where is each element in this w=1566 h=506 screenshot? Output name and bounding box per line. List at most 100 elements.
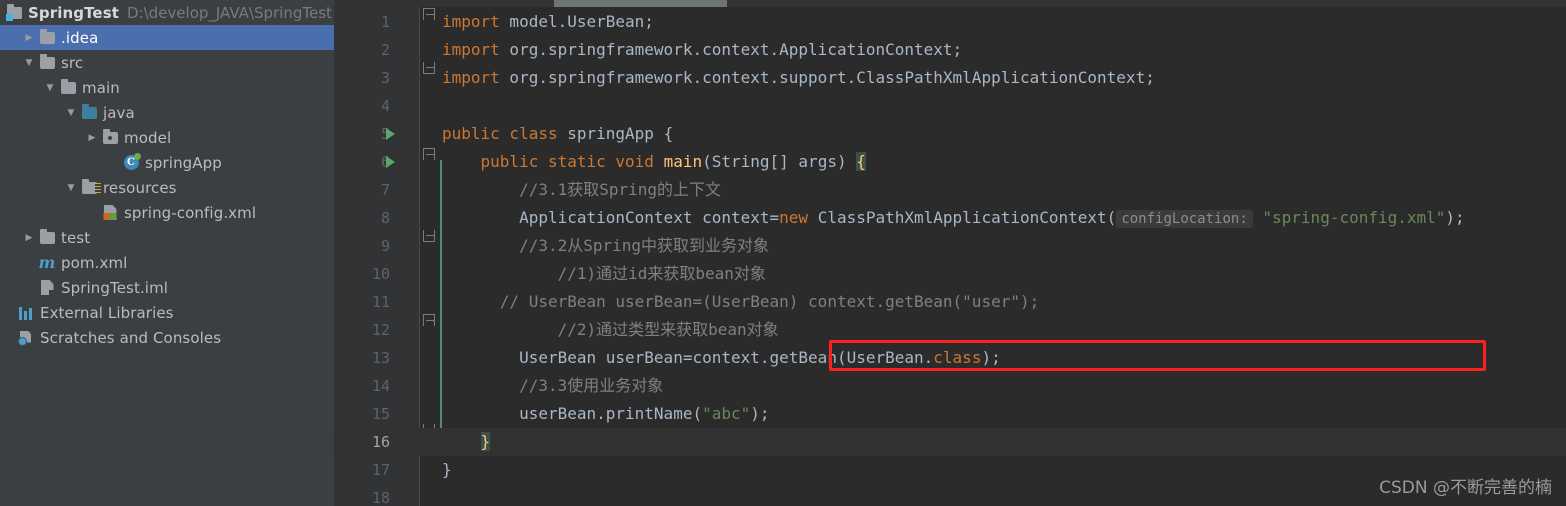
watermark: CSDN @不断完善的楠: [1379, 478, 1552, 498]
code-line[interactable]: // UserBean userBean=(UserBean) context.…: [334, 288, 1566, 316]
chevron-right-icon[interactable]: [21, 233, 37, 243]
tree-item-resources[interactable]: resources: [0, 175, 334, 200]
tree-item-label: java: [103, 103, 135, 122]
tree-item-model[interactable]: model: [0, 125, 334, 150]
tree-item-label: External Libraries: [40, 303, 174, 322]
tree-item-springtest-iml[interactable]: SpringTest.iml: [0, 275, 334, 300]
tree-item-src[interactable]: src: [0, 50, 334, 75]
token-kw: class: [933, 348, 982, 367]
code-line[interactable]: //2)通过类型来获取bean对象: [334, 316, 1566, 344]
code-line[interactable]: UserBean userBean=context.getBean(UserBe…: [334, 344, 1566, 372]
tree-item-label: src: [61, 53, 84, 72]
chevron-down-icon[interactable]: [63, 183, 79, 193]
code-line[interactable]: public class springApp {: [334, 120, 1566, 148]
folder-icon: [58, 78, 78, 94]
horizontal-scrollbar-track[interactable]: [334, 0, 1566, 7]
run-gutter-icon[interactable]: [386, 156, 395, 168]
code-line[interactable]: //3.2从Spring中获取到业务对象: [334, 232, 1566, 260]
tree-item-external-libraries[interactable]: External Libraries: [0, 300, 334, 325]
chevron-down-icon[interactable]: [42, 83, 58, 93]
token-kw: import: [442, 68, 500, 87]
folder-icon: [37, 28, 57, 44]
tree-item-java[interactable]: java: [0, 100, 334, 125]
chevron-right-icon[interactable]: [84, 133, 100, 143]
tree-item-label: .idea: [61, 28, 99, 47]
tree-item-pom-xml[interactable]: m pom.xml: [0, 250, 334, 275]
token-mth: main: [663, 152, 703, 171]
chevron-down-icon[interactable]: [21, 58, 37, 68]
code-line[interactable]: }: [334, 428, 1566, 456]
code-line-text: }: [442, 428, 491, 456]
package-icon: [100, 128, 120, 144]
tree-item-scratches-and-consoles[interactable]: Scratches and Consoles: [0, 325, 334, 350]
code-line-text: //3.1获取Spring的上下文: [442, 176, 721, 204]
token-plain: UserBean userBean=context.getBean(UserBe…: [442, 348, 934, 367]
tree-item-main[interactable]: main: [0, 75, 334, 100]
token-kw: new: [779, 208, 818, 227]
spring-xml-icon: [100, 205, 120, 220]
code-line[interactable]: public static void main(String[] args) {: [334, 148, 1566, 176]
token-plain: org.springframework.context.support.Clas…: [499, 68, 1155, 87]
code-line-text: //3.3使用业务对象: [442, 372, 663, 400]
horizontal-scrollbar-thumb[interactable]: [554, 0, 727, 7]
code-line[interactable]: //1)通过id来获取bean对象: [334, 260, 1566, 288]
folder-icon: [37, 53, 57, 69]
code-line-text: //2)通过类型来获取bean对象: [442, 316, 779, 344]
tree-item-spring-config-xml[interactable]: spring-config.xml: [0, 200, 334, 225]
code-line-text: import org.springframework.context.Appli…: [442, 36, 962, 64]
code-line-text: import org.springframework.context.suppo…: [442, 64, 1155, 92]
tree-item-label: resources: [103, 178, 177, 197]
resources-folder-icon: [79, 178, 101, 194]
project-path: D:\develop_JAVA\SpringTest: [127, 3, 332, 22]
token-cmt: //2)通过类型来获取bean对象: [442, 320, 779, 339]
java-class-icon: C: [121, 153, 141, 170]
tree-item-label: SpringTest.iml: [61, 278, 169, 297]
chevron-down-icon[interactable]: [63, 108, 79, 118]
tree-item-idea[interactable]: .idea: [0, 25, 334, 50]
external-libraries-icon: [16, 306, 36, 320]
tree-item-label: pom.xml: [61, 253, 128, 272]
chevron-right-icon[interactable]: [21, 33, 37, 43]
source-folder-icon: [79, 103, 99, 119]
project-tree-panel[interactable]: SpringTest D:\develop_JAVA\SpringTest .i…: [0, 0, 334, 506]
tree-item-label: main: [82, 78, 120, 97]
project-folder-icon: [4, 3, 24, 21]
code-line-text: userBean.printName("abc");: [442, 400, 770, 428]
token-hint: configLocation:: [1116, 210, 1253, 228]
iml-file-icon: [37, 280, 57, 295]
token-plain: userBean.printName(: [442, 404, 703, 423]
code-line[interactable]: //3.1获取Spring的上下文: [334, 176, 1566, 204]
code-line[interactable]: //3.3使用业务对象: [334, 372, 1566, 400]
code-line[interactable]: ApplicationContext context=new ClassPath…: [334, 204, 1566, 232]
code-line[interactable]: userBean.printName("abc");: [334, 400, 1566, 428]
token-plain: model.UserBean;: [499, 12, 654, 31]
code-line[interactable]: import org.springframework.context.suppo…: [334, 64, 1566, 92]
run-gutter-icon[interactable]: [386, 128, 395, 140]
code-line[interactable]: import org.springframework.context.Appli…: [334, 36, 1566, 64]
tree-item-springapp[interactable]: CspringApp: [0, 150, 334, 175]
tree-item-test[interactable]: test: [0, 225, 334, 250]
tree-item-label: Scratches and Consoles: [40, 328, 222, 347]
token-plain: ApplicationContext context=: [442, 208, 780, 227]
token-cmt: //3.2从Spring中获取到业务对象: [442, 236, 770, 255]
maven-icon: m: [38, 252, 56, 272]
idea-window: SpringTest D:\develop_JAVA\SpringTest .i…: [0, 0, 1566, 506]
code-line-text: UserBean userBean=context.getBean(UserBe…: [442, 344, 1001, 372]
code-line[interactable]: [334, 92, 1566, 120]
token-kw: public class: [442, 124, 568, 143]
code-line-text: import model.UserBean;: [442, 8, 654, 36]
token-cmt: //3.3使用业务对象: [442, 376, 664, 395]
code-line[interactable]: import model.UserBean;: [334, 8, 1566, 36]
code-line-text: //1)通过id来获取bean对象: [442, 260, 766, 288]
token-cmt: //3.1获取Spring的上下文: [442, 180, 722, 199]
project-root-row[interactable]: SpringTest D:\develop_JAVA\SpringTest: [0, 0, 334, 25]
token-plain: );: [981, 348, 1001, 367]
code-line-text: }: [442, 456, 452, 484]
token-plain: );: [750, 404, 770, 423]
project-tree-items[interactable]: .idea src main java model CspringApp resources…: [0, 25, 334, 350]
code-line-text: //3.2从Spring中获取到业务对象: [442, 232, 769, 260]
code-editor[interactable]: 1 import model.UserBean; 2 import org.sprin…: [334, 0, 1566, 506]
token-plain: (String[] args): [702, 152, 857, 171]
